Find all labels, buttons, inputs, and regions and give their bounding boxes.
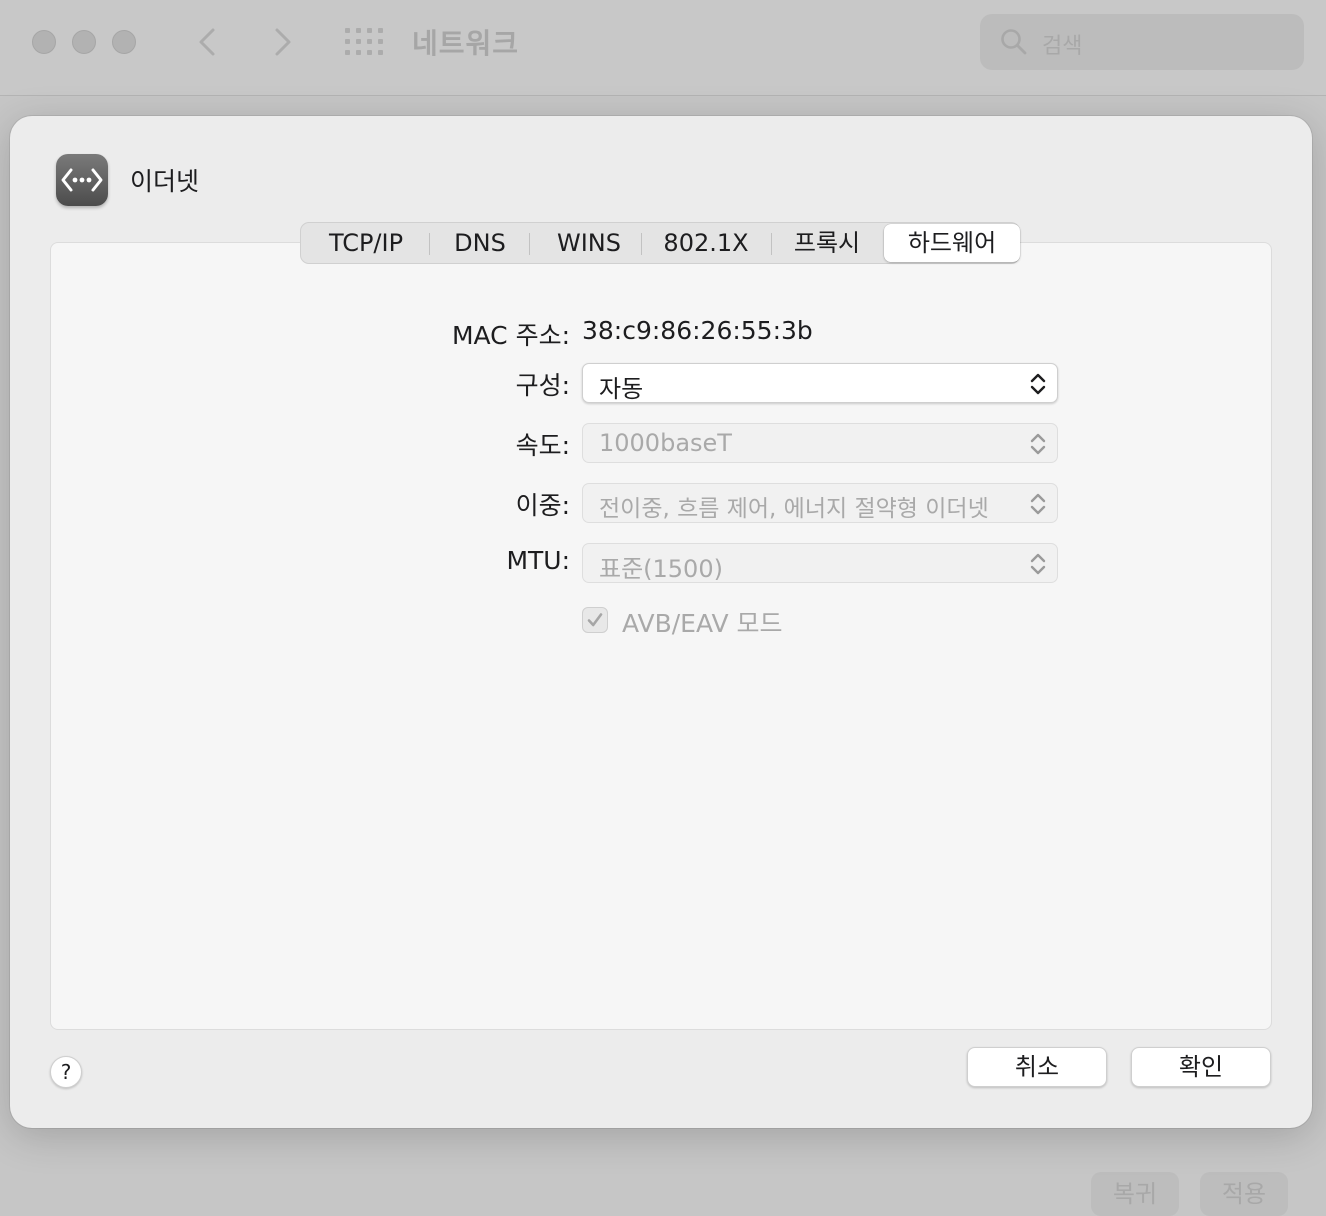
updown-chevron-icon	[1029, 431, 1047, 457]
avb-eav-checkbox[interactable]	[582, 607, 608, 633]
mtu-label: MTU:	[506, 546, 570, 575]
tab-separator	[429, 233, 430, 255]
search-icon	[1000, 28, 1028, 56]
duplex-label: 이중:	[515, 491, 570, 520]
forward-chevron-icon[interactable]	[264, 24, 300, 60]
updown-chevron-icon	[1029, 551, 1047, 577]
tab-tcpip[interactable]: TCP/IP	[313, 223, 419, 263]
help-button[interactable]: ?	[50, 1056, 82, 1088]
cancel-button[interactable]: 취소	[967, 1047, 1107, 1087]
tab-dns[interactable]: DNS	[439, 223, 521, 263]
configure-label: 구성:	[515, 371, 570, 400]
tab-wins[interactable]: WINS	[539, 223, 639, 263]
search-field[interactable]: 검색	[980, 14, 1304, 70]
sheet-title: 이더넷	[130, 167, 200, 196]
speed-popup[interactable]: 1000baseT	[582, 423, 1058, 463]
ethernet-icon	[56, 154, 108, 206]
revert-button[interactable]: 복귀	[1091, 1172, 1179, 1216]
avb-eav-label: AVB/EAV 모드	[622, 609, 783, 638]
mtu-value: 표준(1500)	[599, 555, 723, 583]
mac-address-value: 38:c9:86:26:55:3b	[582, 316, 813, 345]
updown-chevron-icon	[1029, 371, 1047, 397]
tab-separator	[641, 233, 642, 255]
zoom-window-button[interactable]	[112, 30, 136, 54]
back-chevron-icon[interactable]	[190, 24, 226, 60]
search-placeholder: 검색	[1042, 34, 1083, 59]
updown-chevron-icon	[1029, 491, 1047, 517]
close-window-button[interactable]	[32, 30, 56, 54]
tab-hardware[interactable]: 하드웨어	[884, 224, 1020, 262]
mtu-popup[interactable]: 표준(1500)	[582, 543, 1058, 583]
speed-label: 속도:	[515, 431, 570, 460]
configure-popup[interactable]: 자동	[582, 363, 1058, 403]
background-toolbar: 네트워크 검색	[0, 0, 1326, 96]
mac-address-label: MAC 주소:	[451, 321, 570, 350]
ok-button[interactable]: 확인	[1131, 1047, 1271, 1087]
tab-8021x[interactable]: 802.1X	[651, 223, 761, 263]
configure-value: 자동	[599, 375, 644, 403]
tab-separator	[771, 233, 772, 255]
duplex-popup[interactable]: 전이중, 흐름 제어, 에너지 절약형 이더넷	[582, 483, 1058, 523]
ethernet-details-sheet: 이더넷 TCP/IP DNS WINS 802.1X 프록시 하드웨어 MAC …	[10, 116, 1312, 1128]
tab-bar: TCP/IP DNS WINS 802.1X 프록시 하드웨어	[300, 222, 1020, 264]
duplex-value: 전이중, 흐름 제어, 에너지 절약형 이더넷	[599, 496, 989, 522]
window-title: 네트워크	[412, 27, 520, 60]
tab-proxies[interactable]: 프록시	[781, 223, 873, 263]
tab-separator	[529, 233, 530, 255]
apply-button[interactable]: 적용	[1200, 1172, 1288, 1216]
speed-value: 1000baseT	[599, 429, 732, 457]
minimize-window-button[interactable]	[72, 30, 96, 54]
show-all-grid-icon[interactable]	[345, 28, 383, 56]
checkmark-icon	[587, 613, 603, 627]
